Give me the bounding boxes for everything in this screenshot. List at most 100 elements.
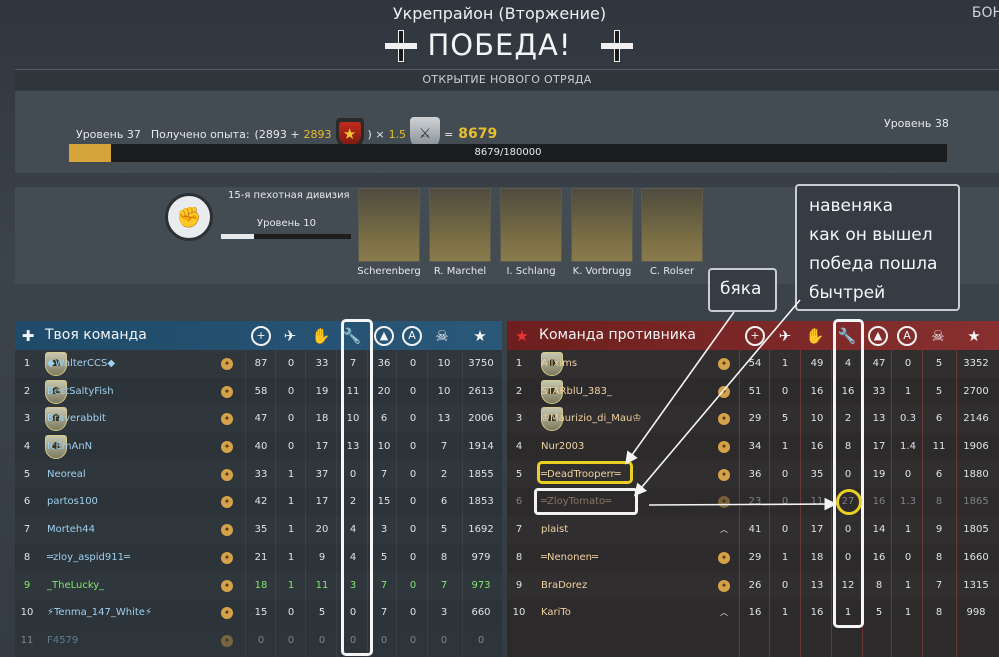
player-name[interactable]: KariTo <box>541 599 571 626</box>
player-name[interactable]: Neoreal <box>47 461 86 488</box>
stat-cell: 0 <box>477 634 485 646</box>
note-line: как он вышел <box>809 225 933 245</box>
stat-cell: 87 <box>254 358 268 369</box>
stat-cell: 1906 <box>963 441 989 453</box>
player-row[interactable]: 8☗═Nenonen═✦29118016081660 <box>507 544 999 572</box>
stat-cell: 1 <box>904 607 912 619</box>
team-cross-icon: ✚ <box>21 326 35 345</box>
player-name[interactable]: ◆WalterCCS◆ <box>47 350 115 377</box>
player-name[interactable]: partos100 <box>47 488 98 515</box>
stat-cell: 0 <box>409 607 417 619</box>
stat-cell: 51 <box>748 385 762 397</box>
stat-cell: 17 <box>810 524 824 536</box>
note-line: навеняка <box>809 196 894 216</box>
division-level: Уровень 10 <box>257 218 316 229</box>
player-row[interactable]: 9☗BraDorez✦26013128171315 <box>507 572 999 600</box>
stat-cell: 7 <box>440 441 448 453</box>
stat-cell: 0 <box>318 634 326 646</box>
vehicle-kills-icon: ✈ <box>778 326 792 345</box>
stat-cell: 40 <box>254 441 268 453</box>
player-rank-number: 5 <box>515 468 523 480</box>
player-name[interactable]: Morteh44 <box>47 516 95 543</box>
officer-card[interactable] <box>571 188 633 262</box>
player-row[interactable]: 2 ☗ BestSaltyFish ✦ 58 0 19 11 20 0 10 2613 <box>15 378 502 406</box>
officer-card[interactable] <box>358 188 420 262</box>
stat-cell: 9 <box>935 524 943 536</box>
player-rank-icon: ✦ <box>221 607 233 620</box>
player-rank-icon: ︿ <box>720 525 728 535</box>
player-rank-icon: ✦ <box>221 524 233 537</box>
player-row[interactable]: 6☗partos100✦42117215061853 <box>15 488 502 516</box>
player-row[interactable]: 1 ☗ Allxims ✦ 54 1 49 4 47 0 5 3352 <box>507 350 999 378</box>
vehicle-kills-icon: ✈ <box>283 326 297 345</box>
player-rank-number: 2 <box>23 385 31 397</box>
player-row[interactable]: 3 ☗ ♔Maurizio_di_Mau♔ ✦ 29 5 10 2 13 0.3 6 2146 <box>507 405 999 433</box>
stat-cell: 973 <box>471 579 491 591</box>
player-name[interactable]: ⚡Tenma_147_White⚡ <box>47 599 152 626</box>
player-row[interactable]: 1 ☗ ◆WalterCCS◆ ✦ 87 0 33 7 36 0 10 3750 <box>15 350 502 378</box>
player-row[interactable]: 10☗KariTo︿161161518998 <box>507 599 999 627</box>
stat-cell: 16 <box>810 607 824 619</box>
stat-cell: 2613 <box>468 385 494 397</box>
stat-cell: 1315 <box>963 579 989 591</box>
player-row[interactable]: 8☗═zloy_aspid911═✦21194508979 <box>15 544 502 572</box>
stat-cell: 7 <box>380 579 388 591</box>
player-row[interactable]: 9☗_TheLucky_✦181113707973 <box>15 572 502 600</box>
player-name[interactable]: Allxims <box>541 350 577 377</box>
base-exp: (2893 + <box>254 127 300 141</box>
armor-badge-icon: ▲ <box>865 323 891 348</box>
player-name[interactable]: STARblU_383_ <box>541 378 612 405</box>
stat-cell: 7 <box>935 579 943 591</box>
stat-cell: 0 <box>409 468 417 480</box>
player-rank-number: 9 <box>515 579 523 591</box>
player-row[interactable]: 7☗plaist︿41017014191805 <box>507 516 999 544</box>
stat-cell: 36 <box>748 468 762 480</box>
stat-cell: 21 <box>254 551 268 563</box>
player-rank-number: 7 <box>515 524 523 536</box>
stat-cell: 1 <box>781 358 789 369</box>
officer-card[interactable] <box>500 188 562 262</box>
player-rank-number: 10 <box>20 607 34 619</box>
player-rank-number: 6 <box>23 496 31 508</box>
stat-cell: 0 <box>781 579 789 591</box>
player-name[interactable]: plaist <box>541 516 568 543</box>
stat-cell: 1853 <box>468 496 494 508</box>
player-row[interactable]: 3 ☗ Braverabbit ✦ 47 0 18 10 6 0 13 2006 <box>15 405 502 433</box>
player-row[interactable]: 5☗Neoreal✦3313707021855 <box>15 461 502 489</box>
player-row[interactable]: 10☗⚡Tenma_147_White⚡✦15050703660 <box>15 599 502 627</box>
stat-cell: 5 <box>935 358 943 369</box>
player-name[interactable]: ═Nenonen═ <box>541 544 598 571</box>
player-name[interactable]: ♔Maurizio_di_Mau♔ <box>541 405 641 432</box>
stat-cell: 8 <box>875 579 883 591</box>
stat-cell: 998 <box>966 607 986 619</box>
player-name[interactable]: _TheLucky_ <box>47 572 104 599</box>
stat-cell: 7 <box>440 579 448 591</box>
player-name[interactable]: F4579 <box>47 627 78 654</box>
player-row[interactable]: 4 ☗ IcEmAnN ✦ 40 0 17 13 10 0 7 1914 <box>15 433 502 461</box>
stat-cell: 5 <box>440 524 448 536</box>
stat-cell: 33 <box>254 468 268 480</box>
player-row[interactable]: 4☗Nur2003✦341168171.4111906 <box>507 433 999 461</box>
player-row[interactable]: 7☗Morteh44✦3512043051692 <box>15 516 502 544</box>
player-name[interactable]: BraDorez <box>541 572 587 599</box>
column-divider <box>427 350 428 657</box>
player-name[interactable]: Braverabbit <box>47 405 106 432</box>
column-divider <box>245 350 246 657</box>
player-name[interactable]: IcEmAnN <box>47 433 92 460</box>
player-row[interactable]: 11☗F4579✦00000000 <box>15 627 502 655</box>
stat-cell: 0 <box>904 551 912 563</box>
officer-card[interactable] <box>429 188 491 262</box>
bonus-tab[interactable]: БОН <box>972 5 999 21</box>
stat-cell: 1880 <box>963 468 989 480</box>
player-name[interactable]: BestSaltyFish <box>47 378 114 405</box>
player-name[interactable]: Nur2003 <box>541 433 584 460</box>
kills-crosshair-icon: + <box>248 323 274 348</box>
player-name[interactable]: ═zloy_aspid911═ <box>47 544 130 571</box>
stat-cell: 19 <box>872 468 886 480</box>
player-row[interactable]: 2 ☗ STARblU_383_ ✦ 51 0 16 16 33 1 5 2700 <box>507 378 999 406</box>
stat-cell: 979 <box>471 551 491 563</box>
stat-cell: 47 <box>254 413 268 425</box>
player-rank-number: 8 <box>515 551 523 563</box>
player-rank-icon: ✦ <box>718 385 730 398</box>
officer-card[interactable] <box>641 188 703 262</box>
